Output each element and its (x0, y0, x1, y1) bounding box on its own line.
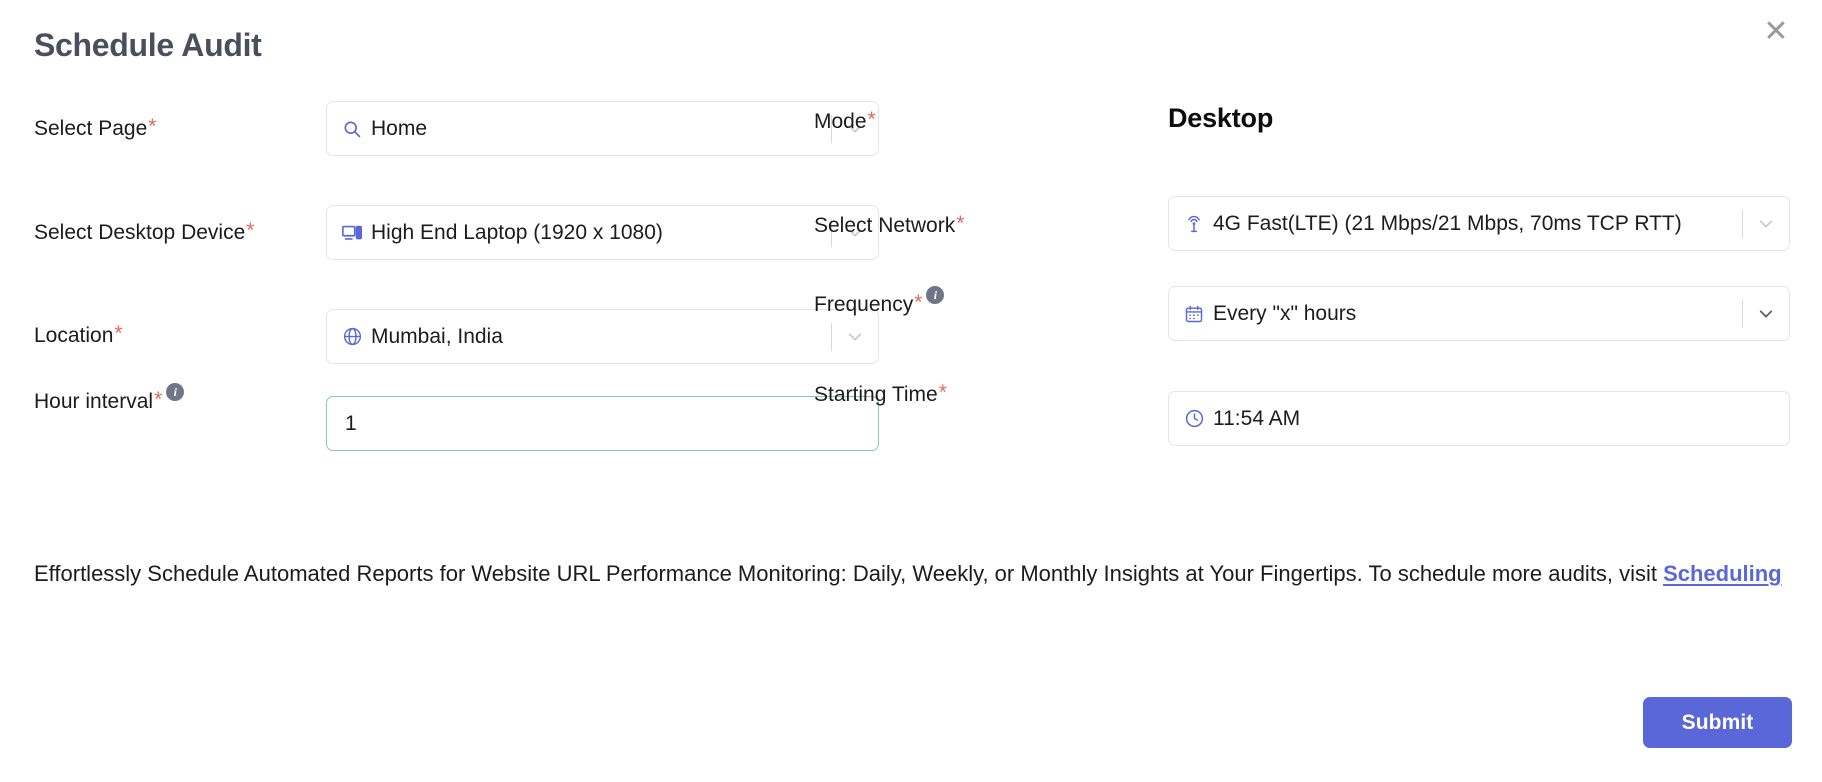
select-network-label: Select Network * (814, 212, 965, 237)
frequency-chevron[interactable] (1742, 287, 1789, 340)
info-icon[interactable]: i (166, 383, 185, 401)
divider (1742, 299, 1743, 328)
starting-time-label: Starting Time * (814, 381, 947, 406)
select-page-value: Home (371, 116, 428, 140)
select-page-label-group: Select Page * (34, 116, 156, 141)
info-icon[interactable]: i (926, 286, 945, 304)
submit-button[interactable]: Submit (1643, 697, 1792, 748)
required-asterisk: * (246, 219, 255, 242)
frequency-dropdown[interactable]: Every "x" hours (1168, 286, 1790, 341)
required-asterisk: * (148, 115, 157, 138)
chevron-down-icon (1759, 309, 1773, 318)
schedule-audit-modal: Schedule Audit ✕ Select Page * Home Mode * (0, 0, 1822, 782)
calendar-icon (1169, 304, 1213, 324)
location-chevron[interactable] (831, 310, 878, 363)
select-network-chevron[interactable] (1742, 197, 1789, 250)
description-text: Effortlessly Schedule Automated Reports … (34, 555, 1794, 593)
location-dropdown[interactable]: Mumbai, India (326, 309, 879, 364)
required-asterisk: * (867, 108, 876, 131)
mode-label-group: Mode * (814, 109, 876, 134)
required-asterisk: * (114, 322, 123, 345)
select-desktop-device-label: Select Desktop Device * (34, 219, 255, 244)
location-value: Mumbai, India (371, 324, 503, 348)
clock-icon (1169, 408, 1213, 429)
required-asterisk: * (938, 381, 947, 404)
divider (831, 322, 832, 351)
select-network-value: 4G Fast(LTE) (21 Mbps/21 Mbps, 70ms TCP … (1213, 211, 1682, 235)
select-desktop-device-value: High End Laptop (1920 x 1080) (371, 220, 663, 244)
monitor-icon (327, 222, 371, 244)
hour-interval-field[interactable]: 1 (326, 396, 879, 451)
signal-tower-icon (1169, 213, 1213, 235)
close-icon[interactable]: ✕ (1756, 12, 1796, 52)
hour-interval-label-group: Hour interval * i (34, 383, 185, 414)
scheduling-link[interactable]: Scheduling (1663, 561, 1782, 586)
frequency-label: Frequency * i (814, 286, 945, 317)
starting-time-field[interactable]: 11:54 AM (1168, 391, 1790, 446)
starting-time-label-group: Starting Time * (814, 382, 947, 407)
required-asterisk: * (154, 388, 163, 411)
select-page-dropdown[interactable]: Home (326, 101, 879, 156)
mode-label: Mode * (814, 108, 876, 133)
chevron-down-icon (1759, 219, 1773, 228)
globe-icon (327, 326, 371, 347)
select-network-label-group: Select Network * (814, 213, 964, 238)
page-title: Schedule Audit (34, 27, 262, 63)
location-label: Location * (34, 322, 123, 347)
divider (1742, 209, 1743, 238)
select-desktop-device-label-group: Select Desktop Device * (34, 220, 254, 245)
hour-interval-input[interactable]: 1 (327, 412, 878, 436)
frequency-value: Every "x" hours (1213, 301, 1357, 325)
required-asterisk: * (914, 291, 923, 314)
mode-value: Desktop (1168, 103, 1274, 133)
hour-interval-label: Hour interval * i (34, 383, 185, 414)
select-desktop-device-dropdown[interactable]: High End Laptop (1920 x 1080) (326, 205, 879, 260)
location-label-group: Location * (34, 323, 123, 348)
select-page-label: Select Page * (34, 115, 157, 140)
required-asterisk: * (956, 212, 965, 235)
frequency-label-group: Frequency * i (814, 286, 945, 317)
chevron-down-icon (848, 332, 862, 341)
starting-time-value: 11:54 AM (1213, 406, 1301, 430)
description-body: Effortlessly Schedule Automated Reports … (34, 561, 1658, 586)
search-icon (327, 119, 371, 139)
select-network-dropdown[interactable]: 4G Fast(LTE) (21 Mbps/21 Mbps, 70ms TCP … (1168, 196, 1790, 251)
